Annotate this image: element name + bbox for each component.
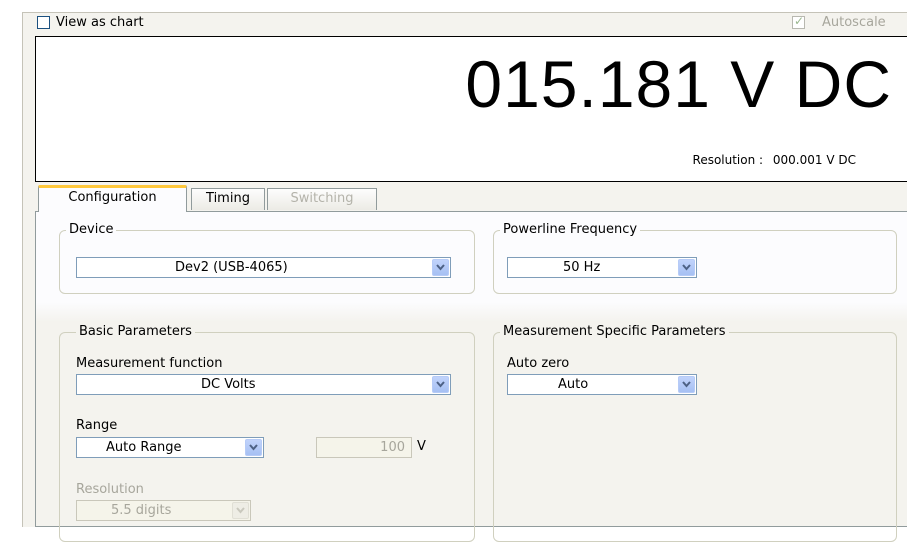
auto-zero-label: Auto zero [507, 356, 570, 371]
basic-parameters-legend: Basic Parameters [76, 324, 195, 339]
measurement-function-label: Measurement function [76, 356, 223, 371]
range-label: Range [76, 418, 118, 433]
resolution-value: 5.5 digits [111, 503, 172, 518]
measurement-specific-group: Measurement Specific Parameters Auto zer… [493, 324, 897, 542]
display-resolution: Resolution : 000.001 V DC [693, 153, 856, 167]
device-legend: Device [66, 222, 117, 237]
configuration-panel: Device Dev2 (USB-4065) Powerline Frequen… [35, 211, 907, 542]
measurement-specific-legend: Measurement Specific Parameters [500, 324, 729, 339]
device-select[interactable]: Dev2 (USB-4065) [76, 257, 451, 278]
display-resolution-value: 000.001 V DC [772, 153, 856, 167]
measurement-display: 015.181 V DC Resolution : 000.001 V DC [35, 36, 907, 182]
powerline-legend: Powerline Frequency [500, 222, 641, 237]
range-value: Auto Range [106, 440, 182, 455]
multimeter-window: View as chart Autoscale 015.181 V DC Res… [22, 12, 907, 542]
chevron-down-icon[interactable] [432, 376, 449, 393]
basic-parameters-group: Basic Parameters Measurement function DC… [59, 324, 475, 542]
powerline-value: 50 Hz [563, 260, 601, 275]
chevron-down-icon[interactable] [432, 259, 449, 276]
chevron-down-icon[interactable] [245, 439, 262, 456]
auto-zero-value: Auto [558, 377, 589, 392]
measurement-function-value: DC Volts [201, 377, 256, 392]
reading-value: 015.181 V DC [465, 47, 892, 121]
tab-switching[interactable]: Switching [267, 188, 377, 210]
resolution-label: Resolution [76, 482, 144, 497]
powerline-group: Powerline Frequency 50 Hz [493, 222, 897, 294]
autoscale-label: Autoscale [822, 15, 886, 30]
measurement-function-select[interactable]: DC Volts [76, 374, 451, 395]
range-unit-label: V [417, 439, 426, 454]
range-select[interactable]: Auto Range [76, 437, 264, 458]
auto-zero-select[interactable]: Auto [507, 374, 697, 395]
autoscale-checkbox[interactable] [792, 14, 805, 29]
device-group: Device Dev2 (USB-4065) [59, 222, 475, 294]
view-as-chart-checkbox[interactable] [37, 16, 50, 29]
range-number-field[interactable]: 100 [316, 437, 412, 458]
resolution-select[interactable]: 5.5 digits [76, 500, 251, 521]
chevron-down-icon[interactable] [232, 502, 249, 519]
range-number-value: 100 [380, 440, 405, 455]
device-value: Dev2 (USB-4065) [175, 260, 288, 275]
powerline-select[interactable]: 50 Hz [507, 257, 697, 278]
chevron-down-icon[interactable] [678, 259, 695, 276]
tab-configuration[interactable]: Configuration [38, 185, 187, 212]
display-resolution-label: Resolution : [692, 153, 764, 167]
chevron-down-icon[interactable] [678, 376, 695, 393]
tab-timing[interactable]: Timing [191, 188, 265, 210]
view-as-chart-label: View as chart [56, 15, 144, 30]
header-bar: View as chart Autoscale [23, 13, 907, 35]
